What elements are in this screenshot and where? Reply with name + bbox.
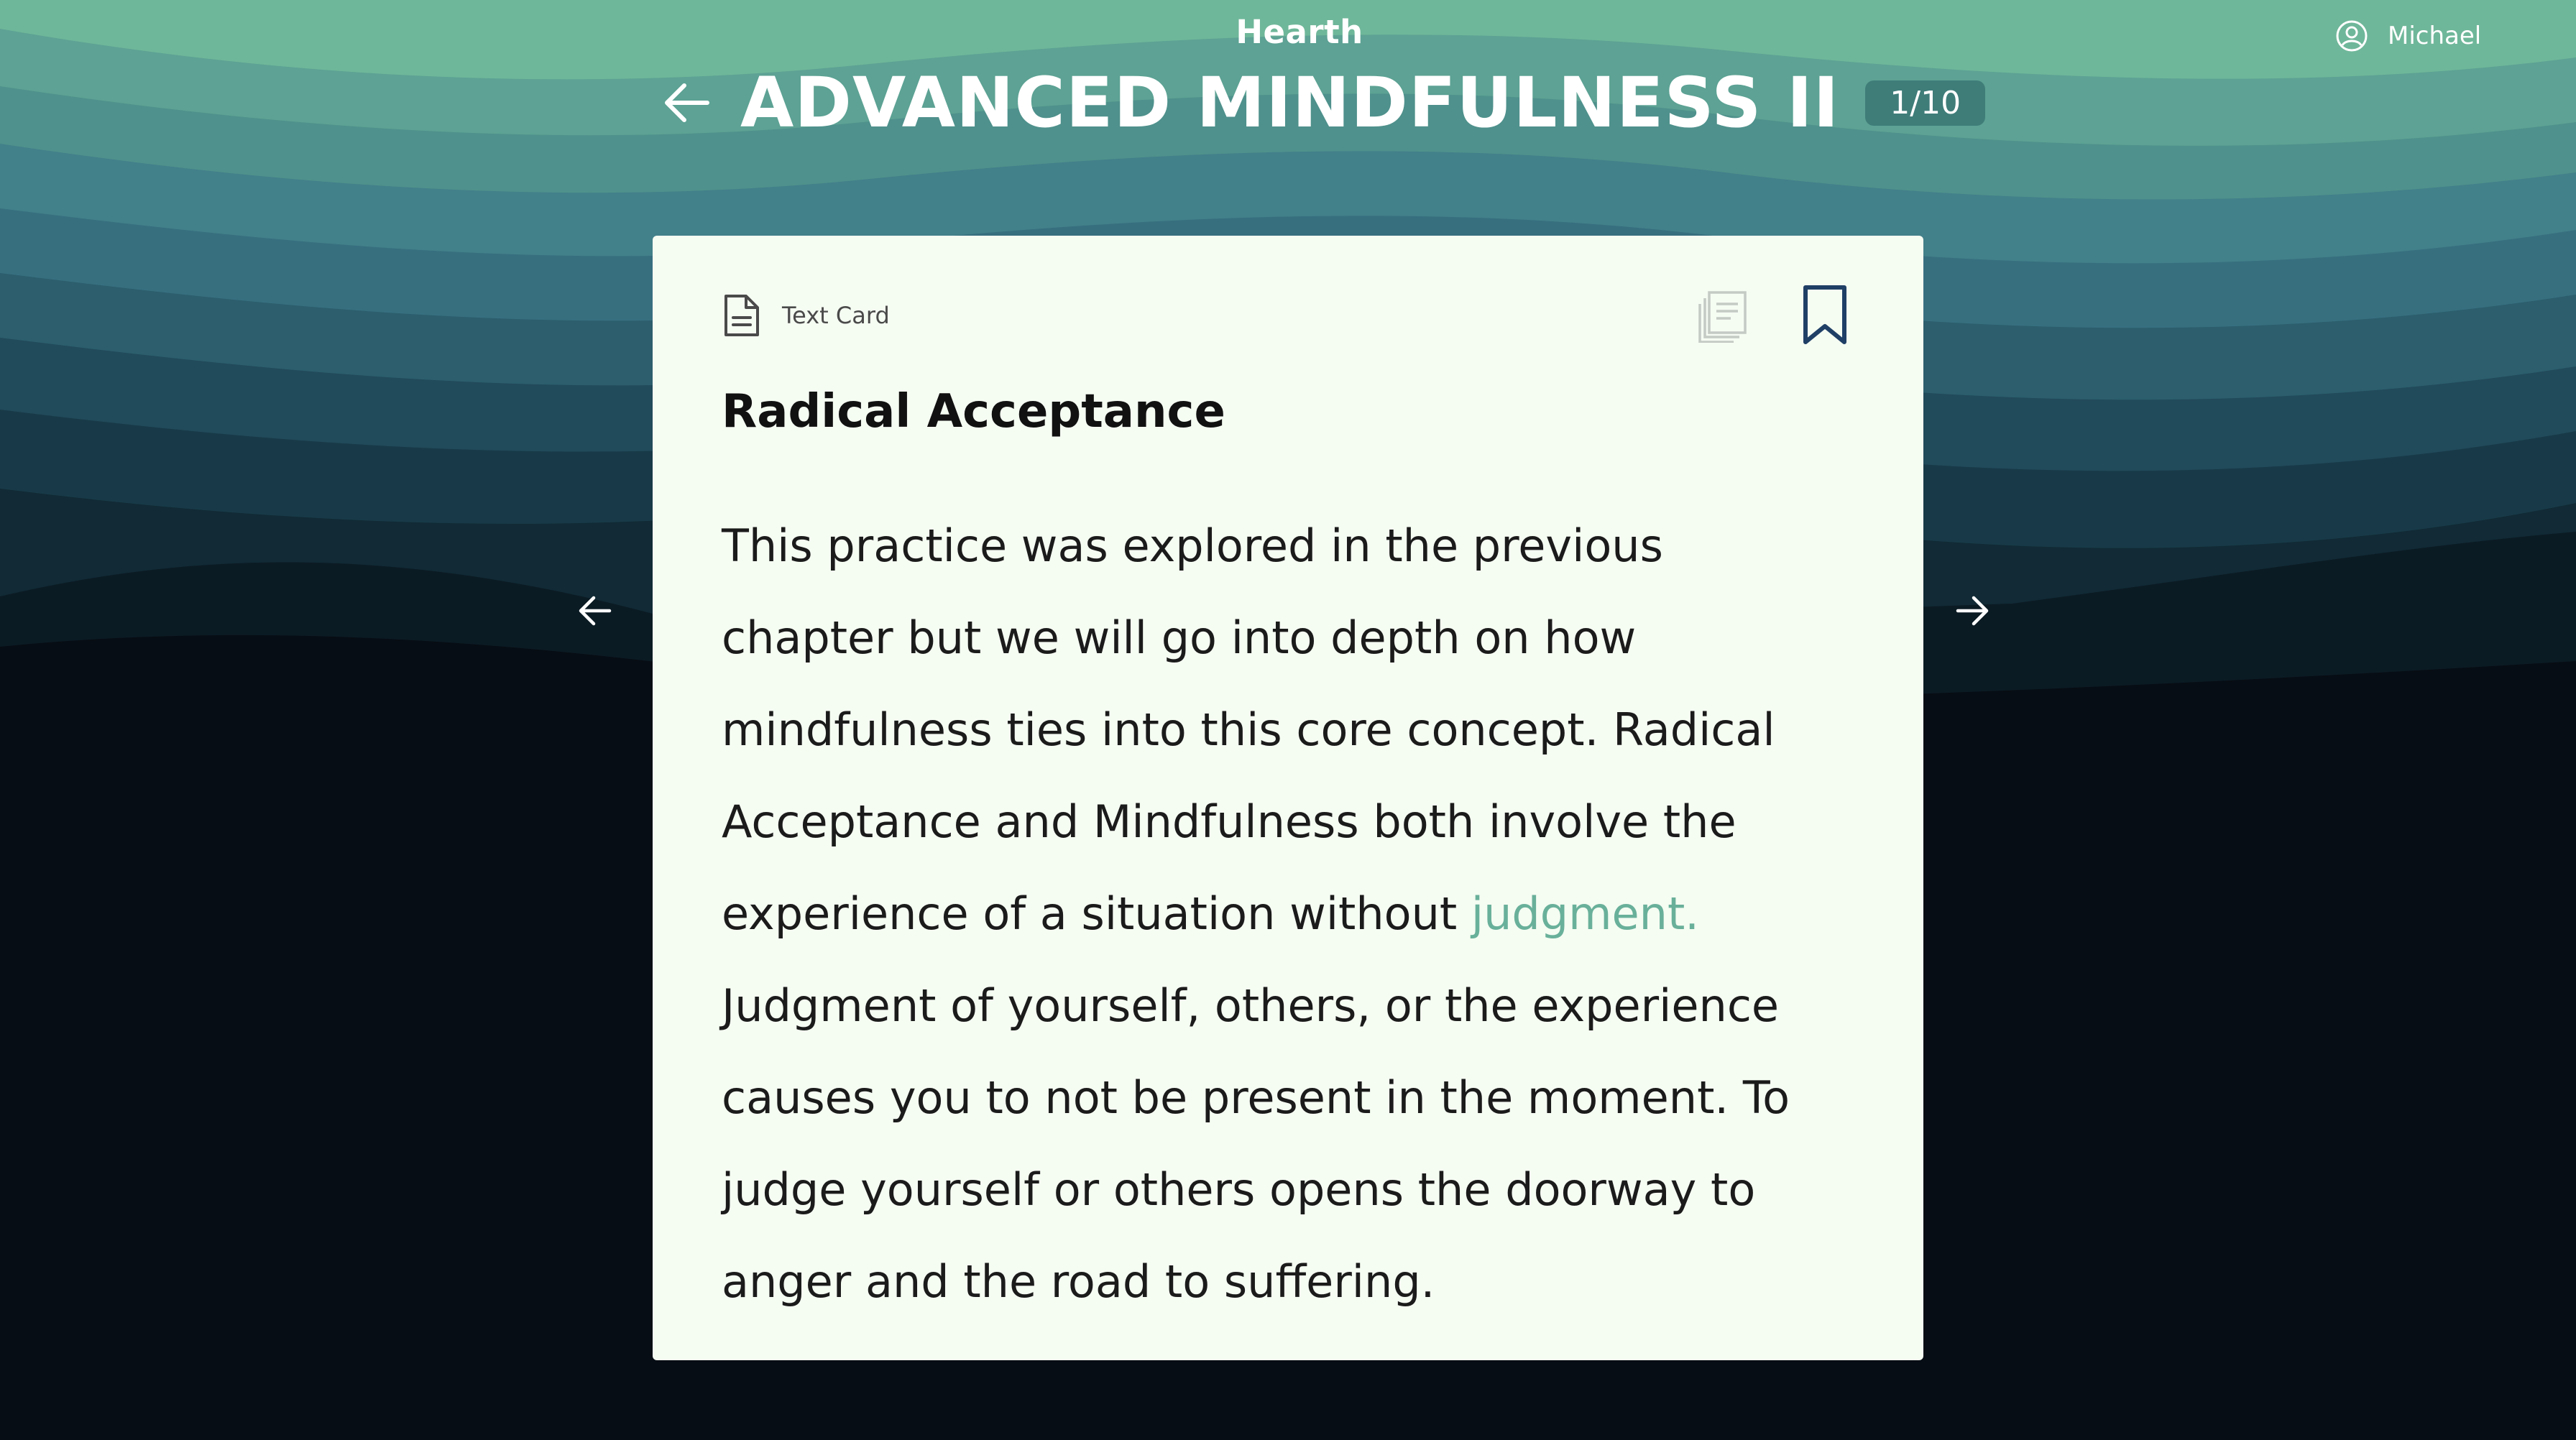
user-menu[interactable]: Michael [2334,19,2481,53]
previous-card-button[interactable] [566,582,624,640]
lesson-screen: Hearth Michael ADVANCED MINDFULNESS II 1… [0,0,2576,1440]
body-line-text: experience of a situation without [722,887,1471,940]
card-body: This practice was explored in the previo… [722,500,1872,1328]
body-line: Judgment of yourself, others, or the exp… [722,979,1780,1032]
next-card-button[interactable] [1944,582,2001,640]
arrow-left-icon [665,83,709,122]
body-line: chapter but we will go into depth on how [722,611,1637,664]
body-line: anger and the road to suffering. [722,1255,1435,1308]
arrow-right-icon [1956,596,1989,626]
body-line: mindfulness ties into this core concept.… [722,703,1775,756]
bookmark-icon[interactable] [1794,285,1856,345]
progress-badge: 1/10 [1865,80,1986,126]
card-type-label: Text Card [782,302,890,329]
notes-icon[interactable] [1695,288,1749,343]
highlighted-term[interactable]: judgment. [1471,887,1699,940]
text-card: Text Card Radical Acceptance This practi… [653,236,1923,1360]
document-icon [724,295,759,336]
body-line: judge yourself or others opens the doorw… [722,1163,1756,1216]
body-line: Acceptance and Mindfulness both involve … [722,795,1736,848]
body-line: experience of a situation without judgme… [722,868,1872,960]
course-header: ADVANCED MINDFULNESS II 1/10 [658,63,1986,143]
user-name: Michael [2388,22,2482,50]
card-title: Radical Acceptance [722,385,1225,438]
body-line: causes you to not be present in the mome… [722,1071,1790,1124]
arrow-left-icon [579,596,612,626]
user-circle-icon [2336,20,2368,52]
brand-logo: Hearth [1236,13,1363,51]
card-type: Text Card [722,293,890,338]
body-line: This practice was explored in the previo… [722,520,1663,572]
back-button[interactable] [658,74,716,131]
course-title: ADVANCED MINDFULNESS II [740,63,1840,143]
